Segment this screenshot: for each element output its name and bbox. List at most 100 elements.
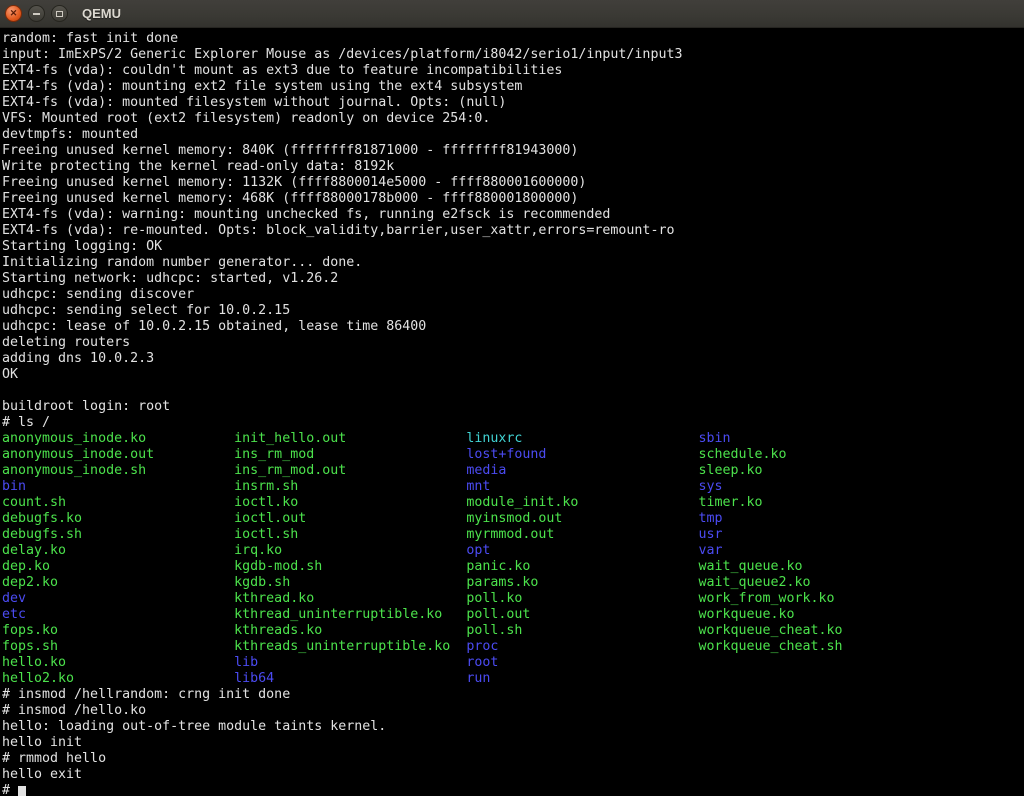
file-entry-file: dep2.ko [2, 575, 234, 591]
close-button[interactable]: ✕ [5, 5, 22, 22]
console-line: udhcpc: sending select for 10.0.2.15 [2, 303, 1024, 319]
console-line: VFS: Mounted root (ext2 filesystem) read… [2, 111, 1024, 127]
file-entry-file: poll.out [466, 607, 698, 623]
minimize-icon [33, 13, 40, 15]
terminal-cursor [18, 786, 26, 796]
file-entry-file: ioctl.sh [234, 527, 466, 543]
file-entry-file: fops.ko [2, 623, 234, 639]
terminal-console[interactable]: random: fast init doneinput: ImExPS/2 Ge… [0, 28, 1024, 796]
file-entry-file: kthreads_uninterruptible.ko [234, 639, 466, 655]
file-entry-dir: sys [698, 479, 722, 494]
file-entry-file: timer.ko [698, 495, 762, 510]
file-entry-link: linuxrc [466, 431, 698, 447]
file-entry-file: irq.ko [234, 543, 466, 559]
file-entry-file: kthread.ko [234, 591, 466, 607]
file-entry-dir: mnt [466, 479, 698, 495]
listing-row: bininsrm.shmntsys [2, 479, 1024, 495]
console-line: EXT4-fs (vda): warning: mounting uncheck… [2, 207, 1024, 223]
file-entry-file: hello.ko [2, 655, 234, 671]
file-entry-dir: sbin [698, 431, 730, 446]
file-entry-file: anonymous_inode.ko [2, 431, 234, 447]
console-line: deleting routers [2, 335, 1024, 351]
file-entry-dir: lib64 [234, 671, 466, 687]
qemu-window: ✕ QEMU random: fast init doneinput: ImEx… [0, 0, 1024, 796]
file-entry-file: debugfs.ko [2, 511, 234, 527]
console-line: buildroot login: root [2, 399, 1024, 415]
listing-row: devkthread.kopoll.kowork_from_work.ko [2, 591, 1024, 607]
console-line: # insmod /hellrandom: crng init done [2, 687, 1024, 703]
file-entry-file: hello2.ko [2, 671, 234, 687]
console-line: # rmmod hello [2, 751, 1024, 767]
file-entry-file: poll.sh [466, 623, 698, 639]
file-entry-file: workqueue.ko [698, 607, 794, 622]
console-line: Starting network: udhcpc: started, v1.26… [2, 271, 1024, 287]
console-line: hello: loading out-of-tree module taints… [2, 719, 1024, 735]
console-line: adding dns 10.0.2.3 [2, 351, 1024, 367]
titlebar[interactable]: ✕ QEMU [0, 0, 1024, 28]
file-entry-dir: tmp [698, 511, 722, 526]
window-title: QEMU [82, 6, 121, 21]
file-entry-file: myinsmod.out [466, 511, 698, 527]
file-entry-dir: run [466, 671, 490, 686]
listing-row: dep2.kokgdb.shparams.kowait_queue2.ko [2, 575, 1024, 591]
close-icon: ✕ [10, 9, 18, 18]
file-entry-dir: proc [466, 639, 698, 655]
console-line: devtmpfs: mounted [2, 127, 1024, 143]
console-line: input: ImExPS/2 Generic Explorer Mouse a… [2, 47, 1024, 63]
console-line: EXT4-fs (vda): mounted filesystem withou… [2, 95, 1024, 111]
console-line: Freeing unused kernel memory: 840K (ffff… [2, 143, 1024, 159]
console-line: hello init [2, 735, 1024, 751]
console-line: Freeing unused kernel memory: 1132K (fff… [2, 175, 1024, 191]
file-entry-file: workqueue_cheat.ko [698, 623, 842, 638]
file-entry-file: poll.ko [466, 591, 698, 607]
console-line: # insmod /hello.ko [2, 703, 1024, 719]
shell-prompt: # [2, 783, 1024, 796]
console-line: udhcpc: sending discover [2, 287, 1024, 303]
file-entry-file: workqueue_cheat.sh [698, 639, 842, 654]
file-entry-dir: lib [234, 655, 466, 671]
console-line: EXT4-fs (vda): mounting ext2 file system… [2, 79, 1024, 95]
file-entry-file: myrmmod.out [466, 527, 698, 543]
file-entry-dir: media [466, 463, 698, 479]
file-entry-file: ins_rm_mod.out [234, 463, 466, 479]
file-entry-file: anonymous_inode.sh [2, 463, 234, 479]
file-entry-file: wait_queue.ko [698, 559, 802, 574]
file-entry-file: count.sh [2, 495, 234, 511]
console-line: EXT4-fs (vda): couldn't mount as ext3 du… [2, 63, 1024, 79]
listing-row: debugfs.shioctl.shmyrmmod.outusr [2, 527, 1024, 543]
listing-row: debugfs.koioctl.outmyinsmod.outtmp [2, 511, 1024, 527]
file-entry-file: init_hello.out [234, 431, 466, 447]
file-entry-file: anonymous_inode.out [2, 447, 234, 463]
console-line: random: fast init done [2, 31, 1024, 47]
listing-row: hello2.kolib64run [2, 671, 1024, 687]
maximize-button[interactable] [51, 5, 68, 22]
file-entry-dir: bin [2, 479, 234, 495]
minimize-button[interactable] [28, 5, 45, 22]
file-entry-file: schedule.ko [698, 447, 786, 462]
listing-row: etckthread_uninterruptible.kopoll.outwor… [2, 607, 1024, 623]
file-entry-dir: opt [466, 543, 698, 559]
console-line: EXT4-fs (vda): re-mounted. Opts: block_v… [2, 223, 1024, 239]
console-line: # ls / [2, 415, 1024, 431]
listing-row: delay.koirq.kooptvar [2, 543, 1024, 559]
file-entry-dir: root [466, 655, 498, 670]
maximize-icon [56, 11, 63, 17]
file-entry-file: delay.ko [2, 543, 234, 559]
listing-row: dep.kokgdb-mod.shpanic.kowait_queue.ko [2, 559, 1024, 575]
listing-row: count.shioctl.komodule_init.kotimer.ko [2, 495, 1024, 511]
listing-row: fops.kokthreads.kopoll.shworkqueue_cheat… [2, 623, 1024, 639]
console-line: Starting logging: OK [2, 239, 1024, 255]
file-entry-file: work_from_work.ko [698, 591, 834, 606]
file-entry-file: kgdb.sh [234, 575, 466, 591]
file-entry-file: kgdb-mod.sh [234, 559, 466, 575]
console-line [2, 383, 1024, 399]
listing-row: anonymous_inode.koinit_hello.outlinuxrcs… [2, 431, 1024, 447]
file-entry-file: kthreads.ko [234, 623, 466, 639]
file-entry-file: params.ko [466, 575, 698, 591]
file-entry-file: fops.sh [2, 639, 234, 655]
file-entry-dir: usr [698, 527, 722, 542]
file-entry-dir: dev [2, 591, 234, 607]
listing-row: anonymous_inode.shins_rm_mod.outmediasle… [2, 463, 1024, 479]
console-line: Initializing random number generator... … [2, 255, 1024, 271]
console-line: udhcpc: lease of 10.0.2.15 obtained, lea… [2, 319, 1024, 335]
